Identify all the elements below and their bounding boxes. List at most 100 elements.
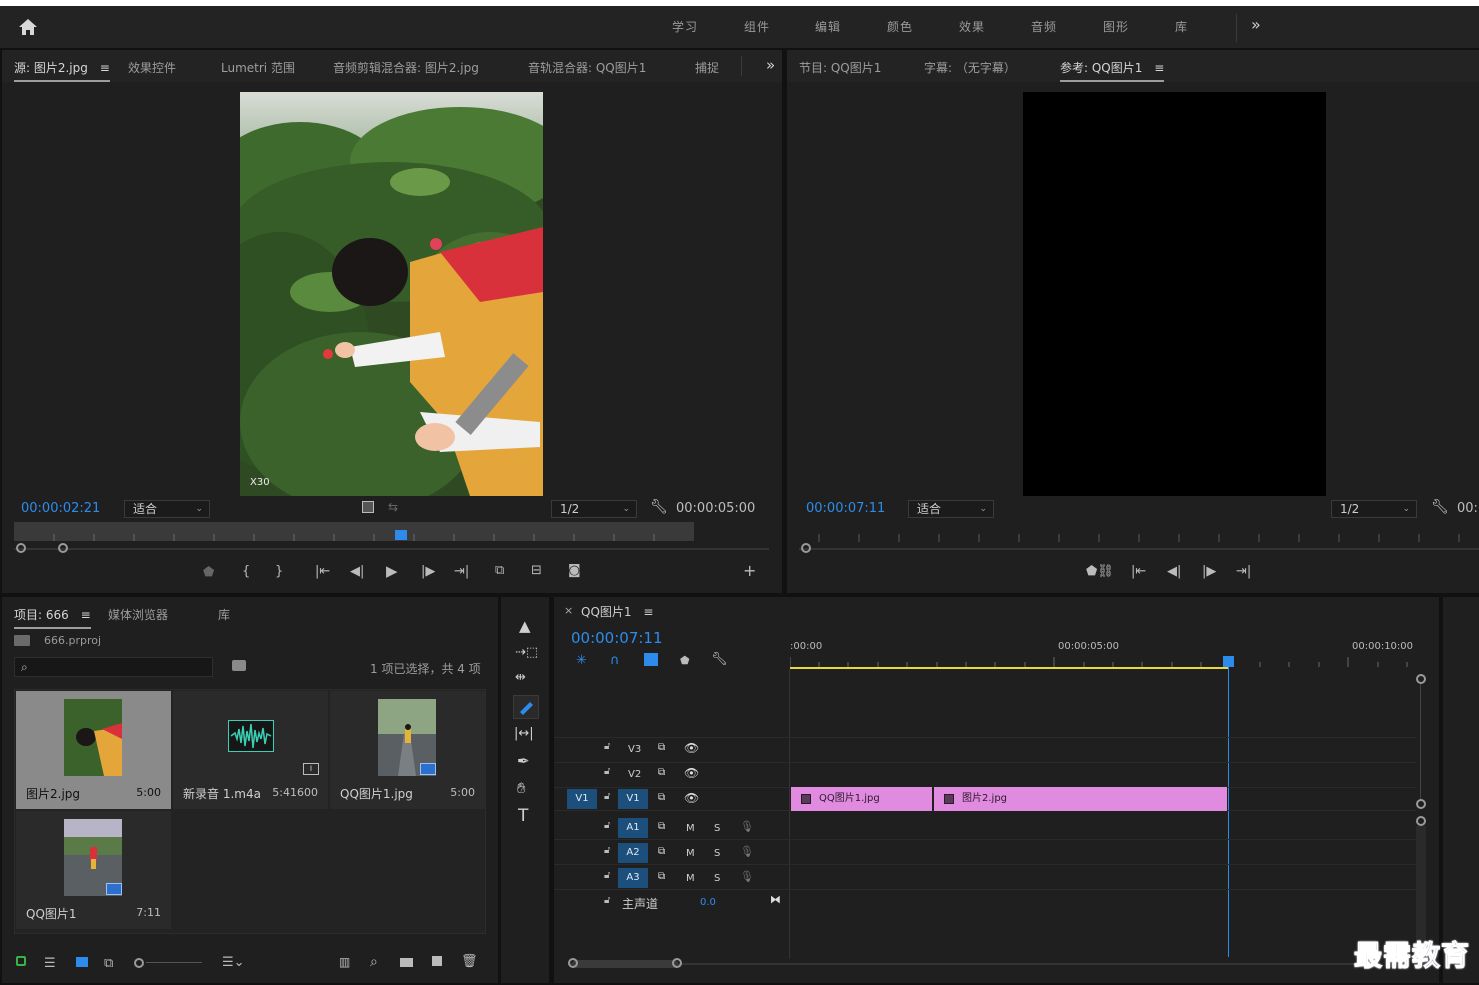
settings-wrench-icon[interactable]: 🔧︎	[1431, 499, 1449, 515]
snap-icon[interactable]: ∩	[610, 653, 620, 668]
new-bin-icon[interactable]	[400, 958, 413, 967]
tab-menu-icon[interactable]: ≡	[1154, 61, 1164, 75]
tab-captions[interactable]: 字幕: （无字幕）	[924, 59, 1016, 76]
track-select-tool-icon[interactable]: ⇢⬚	[515, 645, 538, 660]
voiceover-mic-icon[interactable]: 🎙︎	[740, 845, 754, 858]
go-to-out-icon[interactable]: ⇥|	[454, 565, 469, 579]
program-resolution-dropdown[interactable]: 1/2 ⌄	[1331, 500, 1417, 518]
add-marker-icon[interactable]: ⬟	[680, 654, 690, 667]
workspace-tab-editing[interactable]: 编辑	[815, 18, 841, 35]
drag-video-icon[interactable]	[362, 501, 374, 513]
zoom-slider-track[interactable]	[146, 962, 202, 963]
horizontal-scroll-bar[interactable]	[572, 960, 678, 968]
drag-audio-icon[interactable]: ⇆	[388, 500, 398, 514]
go-to-in-icon[interactable]: |⇤	[1131, 565, 1146, 579]
workspace-tab-assembly[interactable]: 组件	[744, 18, 770, 35]
source-resolution-dropdown[interactable]: 1/2 ⌄	[551, 500, 637, 518]
sync-lock-icon[interactable]: ⧉	[658, 871, 665, 882]
list-view-icon[interactable]: ☰	[44, 956, 56, 971]
visibility-eye-icon[interactable]: 👁︎	[684, 791, 699, 805]
workspace-tab-graphics[interactable]: 图形	[1103, 18, 1129, 35]
program-zoom-handle[interactable]	[801, 543, 811, 553]
tab-menu-icon[interactable]: ≡	[81, 608, 91, 622]
sync-lock-icon[interactable]: ⧉	[658, 742, 665, 753]
lock-icon[interactable]: 🔓︎	[604, 741, 610, 752]
vertical-scroll-handle-top[interactable]	[1416, 674, 1426, 684]
track-target-a1[interactable]: A1	[618, 818, 648, 838]
workspace-more-icon[interactable]: »	[1251, 15, 1262, 34]
lock-icon[interactable]	[16, 956, 26, 966]
lock-icon[interactable]: 🔓︎	[604, 845, 610, 856]
project-item[interactable]: QQ图片1.jpg 5:00	[330, 691, 485, 809]
project-item[interactable]: 图片2.jpg 5:00	[16, 691, 171, 809]
vertical-scroll-handle-bottom[interactable]	[1416, 799, 1426, 809]
home-icon[interactable]	[18, 18, 38, 36]
program-fit-dropdown[interactable]: 适合 ⌄	[908, 500, 994, 518]
voiceover-mic-icon[interactable]: 🎙︎	[740, 870, 754, 883]
mark-in-icon[interactable]: {	[242, 565, 250, 579]
source-zoom-handle-right[interactable]	[58, 543, 68, 553]
lock-icon[interactable]: 🔓︎	[604, 870, 610, 881]
tab-audio-clip-mixer[interactable]: 音频剪辑混合器: 图片2.jpg	[333, 59, 479, 76]
find-icon[interactable]: ⌕	[370, 954, 378, 970]
nest-toggle-icon[interactable]: ✳	[576, 653, 587, 668]
tab-reference[interactable]: 参考: QQ图片1 ≡	[1060, 59, 1165, 82]
track-target-a3[interactable]: A3	[618, 868, 648, 888]
horizontal-scroll-handle-right[interactable]	[672, 958, 682, 968]
close-sequence-icon[interactable]: ×	[564, 604, 573, 617]
solo-button[interactable]: S	[714, 848, 720, 859]
ripple-edit-tool-icon[interactable]: ⇹	[515, 670, 526, 685]
tab-menu-icon[interactable]: ≡	[100, 61, 110, 75]
sync-lock-icon[interactable]: ⧉	[658, 792, 665, 803]
timeline-timecode[interactable]: 00:00:07:11	[571, 629, 663, 647]
workspace-tab-color[interactable]: 颜色	[887, 18, 913, 35]
tab-menu-icon[interactable]: ≡	[643, 605, 653, 619]
go-to-end-icon[interactable]: ⧓	[770, 893, 781, 906]
tabs-more-icon[interactable]: »	[766, 56, 775, 74]
source-timecode-in[interactable]: 00:00:02:21	[21, 501, 100, 516]
new-bin-from-search-icon[interactable]	[232, 660, 246, 671]
go-to-out-icon[interactable]: ⇥|	[1236, 565, 1251, 579]
new-item-icon[interactable]	[432, 956, 442, 966]
voiceover-mic-icon[interactable]: 🎙︎	[740, 820, 754, 833]
source-zoom-handle-left[interactable]	[16, 543, 26, 553]
slip-tool-icon[interactable]: |↔|	[514, 726, 534, 741]
workspace-tab-audio[interactable]: 音频	[1031, 18, 1057, 35]
visibility-eye-icon[interactable]: 👁︎	[684, 766, 699, 780]
add-marker-icon[interactable]: ⬟	[203, 566, 214, 580]
step-back-icon[interactable]: ◀|	[1167, 565, 1181, 579]
sync-lock-icon[interactable]: ⧉	[658, 846, 665, 857]
sort-icon[interactable]: ☰⌄	[222, 955, 245, 970]
insert-icon[interactable]: ⧉	[495, 564, 504, 578]
icon-view-icon[interactable]	[76, 957, 88, 967]
source-patch-v1[interactable]: V1	[567, 789, 597, 809]
program-scrub-ruler[interactable]	[799, 530, 1479, 542]
tab-project[interactable]: 项目: 666 ≡	[14, 606, 91, 629]
tab-source[interactable]: 源: 图片2.jpg ≡	[14, 59, 110, 82]
type-tool-icon[interactable]: T	[518, 806, 528, 826]
razor-tool-icon[interactable]	[513, 695, 539, 719]
go-to-in-icon[interactable]: |⇤	[315, 565, 330, 579]
workspace-tab-effects[interactable]: 效果	[959, 18, 985, 35]
work-area-bar[interactable]	[790, 667, 1228, 669]
solo-button[interactable]: S	[714, 823, 720, 834]
selection-tool-icon[interactable]: ▲	[519, 617, 531, 635]
master-volume-value[interactable]: 0.0	[700, 897, 716, 908]
button-editor-icon[interactable]: +	[743, 563, 756, 579]
program-timecode[interactable]: 00:00:07:11	[806, 501, 885, 516]
mute-button[interactable]: M	[686, 873, 695, 884]
freeform-view-icon[interactable]: ⧉	[104, 956, 113, 971]
timeline-settings-icon[interactable]: 🔧︎	[711, 652, 728, 667]
export-frame-icon[interactable]: ◙	[568, 564, 581, 578]
step-back-icon[interactable]: ◀|	[350, 565, 364, 579]
tab-capture[interactable]: 捕捉	[695, 59, 719, 76]
tab-audio-track-mixer[interactable]: 音轨混合器: QQ图片1	[528, 59, 646, 76]
project-item[interactable]: QQ图片1 7:11	[16, 811, 171, 929]
timeline-playhead-handle[interactable]	[1223, 656, 1234, 667]
step-forward-icon[interactable]: |▶	[421, 565, 435, 579]
tab-libraries[interactable]: 库	[218, 606, 230, 623]
lock-icon[interactable]: 🔓︎	[604, 895, 610, 906]
lock-icon[interactable]: 🔓︎	[604, 820, 610, 831]
lock-icon[interactable]: 🔓︎	[604, 766, 610, 777]
workspace-tab-learn[interactable]: 学习	[672, 18, 698, 35]
